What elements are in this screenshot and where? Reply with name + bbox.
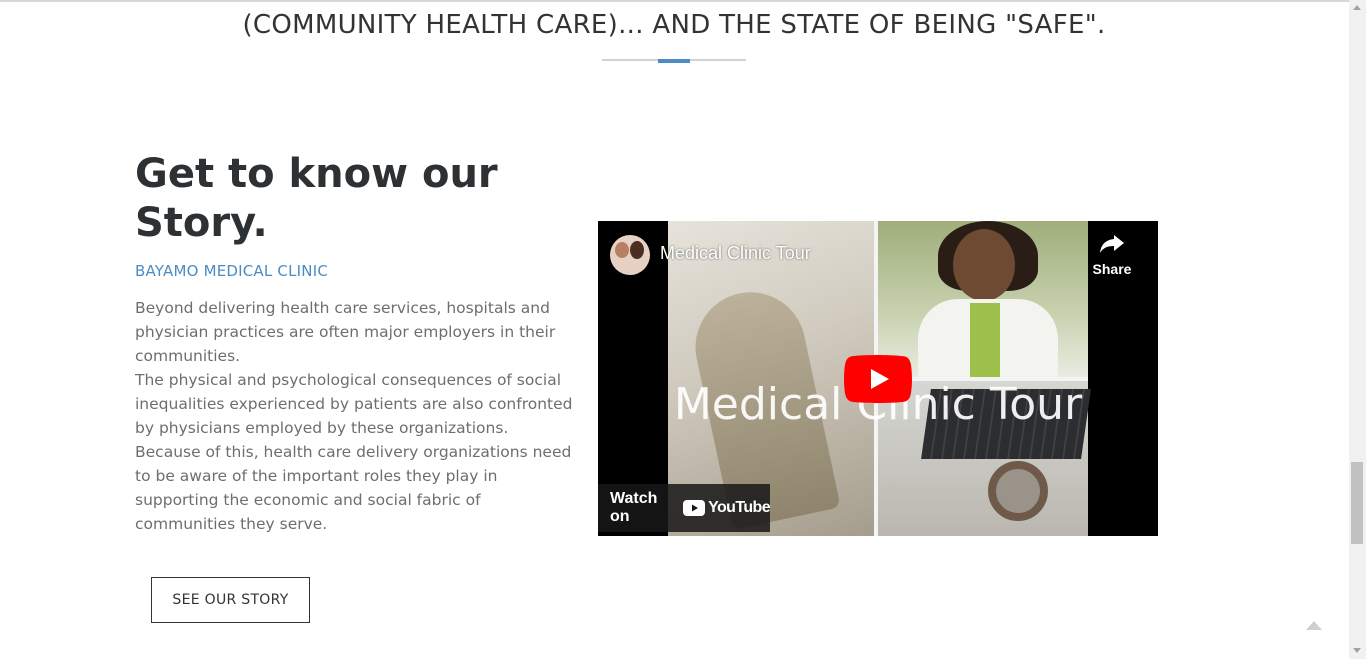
story-subtitle: BAYAMO MEDICAL CLINIC [135, 262, 328, 280]
scroll-up-arrow-icon[interactable] [1353, 5, 1361, 10]
page: (COMMUNITY HEALTH CARE)... AND THE STATE… [0, 0, 1366, 659]
youtube-icon [683, 500, 706, 516]
scroll-down-arrow-icon[interactable] [1353, 648, 1361, 653]
see-our-story-button[interactable]: SEE OUR STORY [151, 577, 310, 623]
story-body: Beyond delivering health care services, … [135, 296, 575, 536]
chevron-up-icon [1306, 621, 1322, 630]
play-icon [844, 355, 912, 403]
youtube-logo: YouTube [683, 499, 771, 517]
share-button[interactable]: Share [1086, 233, 1138, 289]
story-paragraph-1: Beyond delivering health care services, … [135, 299, 556, 365]
top-border [0, 0, 1350, 2]
share-label: Share [1092, 261, 1132, 277]
watch-on-youtube-button[interactable]: Watch on YouTube [598, 484, 771, 532]
story-heading: Get to know our Story. [135, 151, 498, 246]
title-divider-accent [658, 59, 690, 63]
scroll-thumb[interactable] [1351, 462, 1363, 544]
thumbnail-doctor [878, 221, 1088, 379]
youtube-wordmark: YouTube [708, 499, 770, 516]
section-tagline: (COMMUNITY HEALTH CARE)... AND THE STATE… [242, 10, 1106, 40]
watch-on-label: Watch on [610, 490, 658, 525]
play-button[interactable] [844, 355, 912, 403]
video-title-link[interactable]: Medical Clinic Tour [660, 243, 811, 264]
story-paragraph-2: The physical and psychological consequen… [135, 371, 573, 533]
video-embed[interactable]: Medical Clinic Tour Medical Clinic Tour … [598, 221, 1158, 536]
page-scrollbar[interactable] [1349, 0, 1366, 659]
channel-avatar[interactable] [610, 235, 650, 275]
share-arrow-icon [1100, 235, 1124, 253]
back-to-top-button[interactable] [1304, 617, 1324, 633]
